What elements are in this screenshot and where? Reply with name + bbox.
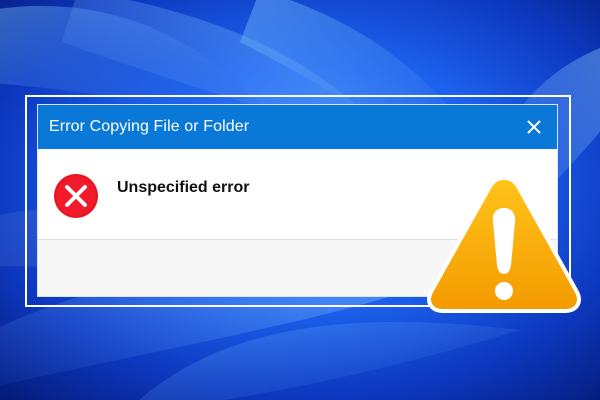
error-icon: [54, 174, 98, 218]
dialog-titlebar[interactable]: Error Copying File or Folder: [38, 105, 557, 149]
warning-icon: [427, 176, 581, 313]
dialog-title: Error Copying File or Folder: [49, 118, 250, 135]
desktop-background: Error Copying File or Folder Unspecified…: [0, 0, 600, 400]
close-icon: [527, 120, 541, 134]
error-message: Unspecified error: [117, 179, 250, 196]
close-button[interactable]: [521, 114, 547, 140]
